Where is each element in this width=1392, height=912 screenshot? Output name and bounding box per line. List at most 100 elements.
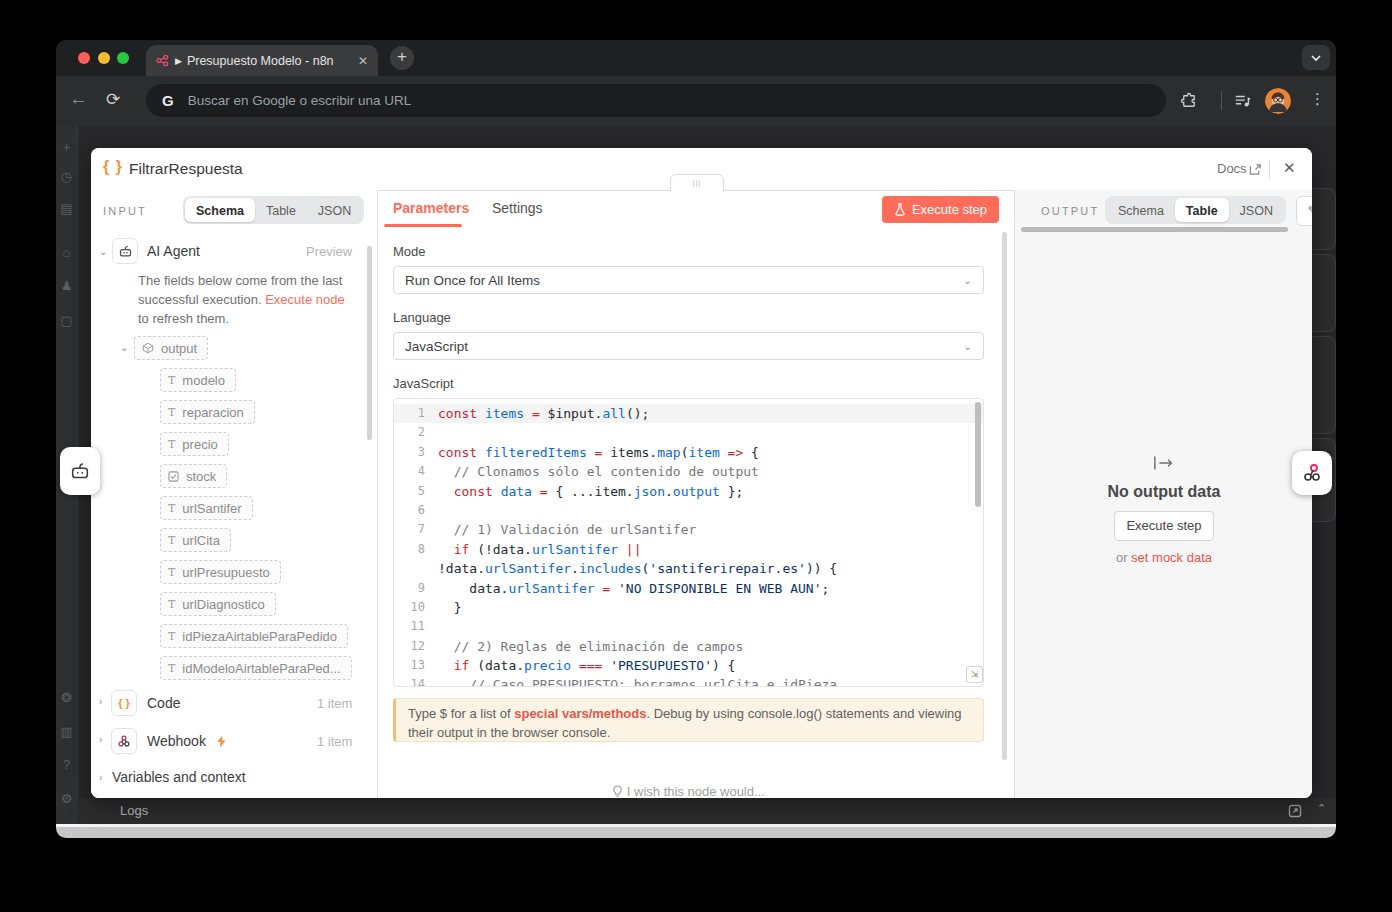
- schema-field-pill[interactable]: Tmodelo: [160, 368, 236, 392]
- schema-field-pill[interactable]: TidModeloAirtableParaPed...: [160, 656, 352, 680]
- tab-search-button[interactable]: [1302, 45, 1330, 70]
- text-type-icon: T: [168, 438, 175, 451]
- code-line: 10 }: [394, 598, 983, 617]
- chevron-right-icon[interactable]: ›: [99, 734, 102, 745]
- popout-icon[interactable]: [1288, 804, 1302, 818]
- reload-button[interactable]: ⟳: [106, 89, 120, 110]
- schema-field-pill[interactable]: Tprecio: [160, 432, 229, 456]
- external-link-icon[interactable]: [1249, 163, 1262, 176]
- url-bar[interactable]: G Buscar en Google o escribir una URL: [146, 84, 1166, 117]
- panel-icon[interactable]: ▤: [58, 201, 75, 216]
- close-icon[interactable]: ✕: [1283, 159, 1296, 177]
- extensions-icon[interactable]: [1180, 92, 1198, 110]
- logs-bar[interactable]: Logs ⌃: [77, 798, 1336, 824]
- ai-agent-label[interactable]: AI Agent: [147, 243, 200, 259]
- browser-window: ▶ Presupuesto Modelo - n8n ✕ + ← ⟳ G Bus…: [56, 40, 1336, 838]
- logs-label: Logs: [120, 803, 148, 818]
- ai-agent-icon-box: [112, 238, 138, 264]
- code-line: !data.urlSantifer.includes('santiferirep…: [394, 559, 983, 578]
- language-select[interactable]: JavaScript⌄: [393, 332, 984, 360]
- field-label: urlPresupuesto: [182, 565, 269, 580]
- schema-field-pill[interactable]: TurlCita: [160, 528, 231, 552]
- code-line: 6: [394, 501, 983, 520]
- text-type-icon: T: [168, 502, 175, 515]
- panel-drag-handle[interactable]: |||: [670, 174, 724, 192]
- code-editor[interactable]: 1const items = $input.all();23const filt…: [393, 398, 984, 687]
- robot-icon: [69, 460, 91, 482]
- mode-select[interactable]: Run Once for All Items⌄: [393, 266, 984, 294]
- tab-settings[interactable]: Settings: [492, 200, 543, 216]
- insights-icon[interactable]: ▥: [58, 724, 75, 739]
- chevron-right-icon[interactable]: ›: [99, 696, 102, 707]
- output-panel-label: OUTPUT: [1041, 205, 1099, 217]
- tab-parameters[interactable]: Parameters: [393, 200, 469, 216]
- user-icon[interactable]: ♟: [58, 278, 75, 293]
- chevron-down-icon[interactable]: ⌄: [120, 342, 128, 353]
- code-node-icon: { }: [103, 158, 123, 176]
- history-icon[interactable]: ◷: [58, 169, 75, 184]
- tab-table[interactable]: Table: [255, 198, 307, 222]
- wish-node-link[interactable]: I wish this node would...: [393, 784, 984, 798]
- tab-table[interactable]: Table: [1175, 198, 1229, 222]
- editor-expand-icon[interactable]: ⇲: [966, 666, 983, 683]
- robot-icon: [118, 244, 133, 259]
- field-label: idPiezaAirtableParaPedido: [182, 629, 337, 644]
- tab-schema[interactable]: Schema: [185, 198, 255, 222]
- editor-scrollbar[interactable]: [975, 402, 981, 507]
- projects-icon[interactable]: ▢: [58, 313, 75, 328]
- collapse-logs-icon[interactable]: ⌃: [1317, 802, 1326, 815]
- profile-avatar[interactable]: [1265, 88, 1291, 114]
- back-button[interactable]: ←: [69, 88, 88, 110]
- schema-field-pill[interactable]: TurlPresupuesto: [160, 560, 281, 584]
- chat-assistant-button[interactable]: [60, 447, 100, 495]
- tab-json[interactable]: JSON: [1229, 198, 1284, 222]
- traffic-minimize-button[interactable]: [98, 52, 110, 64]
- schema-field-pill[interactable]: Treparacion: [160, 400, 255, 424]
- chevron-down-icon: ⌄: [964, 275, 972, 286]
- media-controls-icon[interactable]: [1234, 92, 1252, 110]
- parameters-scrollbar[interactable]: [1002, 232, 1007, 760]
- templates-icon[interactable]: ❂: [58, 690, 75, 705]
- boolean-icon: [168, 471, 179, 482]
- traffic-zoom-button[interactable]: [117, 52, 129, 64]
- docs-link[interactable]: Docs: [1217, 161, 1247, 176]
- execute-step-button[interactable]: Execute step: [882, 196, 999, 223]
- field-label: precio: [182, 437, 217, 452]
- input-scrollbar[interactable]: [367, 246, 372, 440]
- tab-play-icon: ▶: [175, 56, 182, 66]
- chevron-right-icon[interactable]: ›: [99, 772, 102, 783]
- special-vars-link[interactable]: special vars/methods: [514, 706, 646, 721]
- schema-field-pill[interactable]: TurlSantifer: [160, 496, 253, 520]
- set-mock-data-link[interactable]: set mock data: [1131, 550, 1212, 565]
- execute-node-link[interactable]: Execute node: [265, 292, 345, 307]
- help-icon[interactable]: ?: [58, 757, 75, 772]
- code-node-label[interactable]: Code: [147, 695, 180, 711]
- new-tab-button[interactable]: +: [390, 46, 414, 70]
- output-group-pill[interactable]: output: [134, 336, 208, 360]
- webhook-node-label[interactable]: Webhook: [147, 733, 206, 749]
- schema-field-pill[interactable]: stock: [160, 464, 227, 488]
- tab-close-icon[interactable]: ✕: [358, 54, 368, 68]
- tab-json[interactable]: JSON: [307, 198, 362, 222]
- tab-schema[interactable]: Schema: [1107, 198, 1175, 222]
- schema-field-pill[interactable]: TidPiezaAirtableParaPedido: [160, 624, 348, 648]
- n8n-page: ＋ ◷ ▤ ⌂ ♟ ▢ ❂ ▥ ? ⚙ Logs ⌃ { } FiltrarR: [56, 126, 1336, 838]
- traffic-close-button[interactable]: [78, 52, 90, 64]
- schema-field-pill[interactable]: TurlDiagnostico: [160, 592, 276, 616]
- variables-section-label[interactable]: Variables and context: [112, 769, 246, 785]
- assistant-spark-icon: [1300, 461, 1324, 485]
- add-icon[interactable]: ＋: [58, 138, 75, 156]
- edit-output-button[interactable]: ✎: [1296, 196, 1312, 226]
- field-label: modelo: [182, 373, 225, 388]
- field-label: urlSantifer: [182, 501, 241, 516]
- browser-tab[interactable]: ▶ Presupuesto Modelo - n8n ✕: [146, 45, 378, 76]
- tab-title: Presupuesto Modelo - n8n: [187, 54, 352, 68]
- chevron-down-icon[interactable]: ⌄: [99, 246, 107, 257]
- home-icon[interactable]: ⌂: [58, 245, 75, 260]
- node-title[interactable]: FiltrarRespuesta: [129, 160, 243, 178]
- browser-menu-icon[interactable]: ⋮: [1310, 90, 1325, 108]
- ask-assistant-button[interactable]: [1292, 451, 1332, 495]
- output-execute-step-button[interactable]: Execute step: [1114, 511, 1214, 541]
- settings-gear-icon[interactable]: ⚙: [58, 791, 75, 806]
- output-hscrollbar[interactable]: [1021, 227, 1288, 232]
